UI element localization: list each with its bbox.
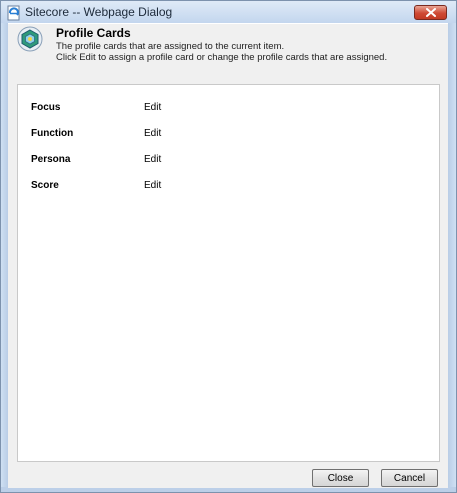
window-close-button[interactable] [414,5,447,20]
dialog-window: Sitecore -- Webpage Dialog Profile Cards… [0,0,457,493]
profile-label: Score [31,180,59,191]
title-bar[interactable]: Sitecore -- Webpage Dialog [1,1,456,23]
page-description: The profile cards that are assigned to t… [56,41,387,63]
edit-link-function[interactable]: Edit [144,128,161,139]
profile-label: Focus [31,102,61,113]
profile-row-focus: Focus Edit [18,102,439,116]
dialog-client-area: Profile Cards The profile cards that are… [8,23,448,488]
window-title: Sitecore -- Webpage Dialog [25,5,173,19]
profile-cards-panel: Focus Edit Function Edit Persona Edit Sc… [17,84,440,462]
cancel-button[interactable]: Cancel [381,469,438,487]
edit-link-persona[interactable]: Edit [144,154,161,165]
edit-link-score[interactable]: Edit [144,180,161,191]
right-frame [448,23,456,492]
profile-cards-hexagon-icon [17,26,43,52]
page-title: Profile Cards [56,26,131,40]
profile-label: Function [31,128,74,139]
close-x-icon [426,8,436,17]
ie-page-icon [7,5,20,21]
profile-row-score: Score Edit [18,180,439,194]
description-line-2: Click Edit to assign a profile card or c… [56,52,388,63]
close-button[interactable]: Close [312,469,369,487]
profile-row-persona: Persona Edit [18,154,439,168]
profile-label: Persona [31,154,71,165]
description-line-1: The profile cards that are assigned to t… [56,41,285,52]
edit-link-focus[interactable]: Edit [144,102,161,113]
left-frame [1,23,8,492]
profile-row-function: Function Edit [18,128,439,142]
